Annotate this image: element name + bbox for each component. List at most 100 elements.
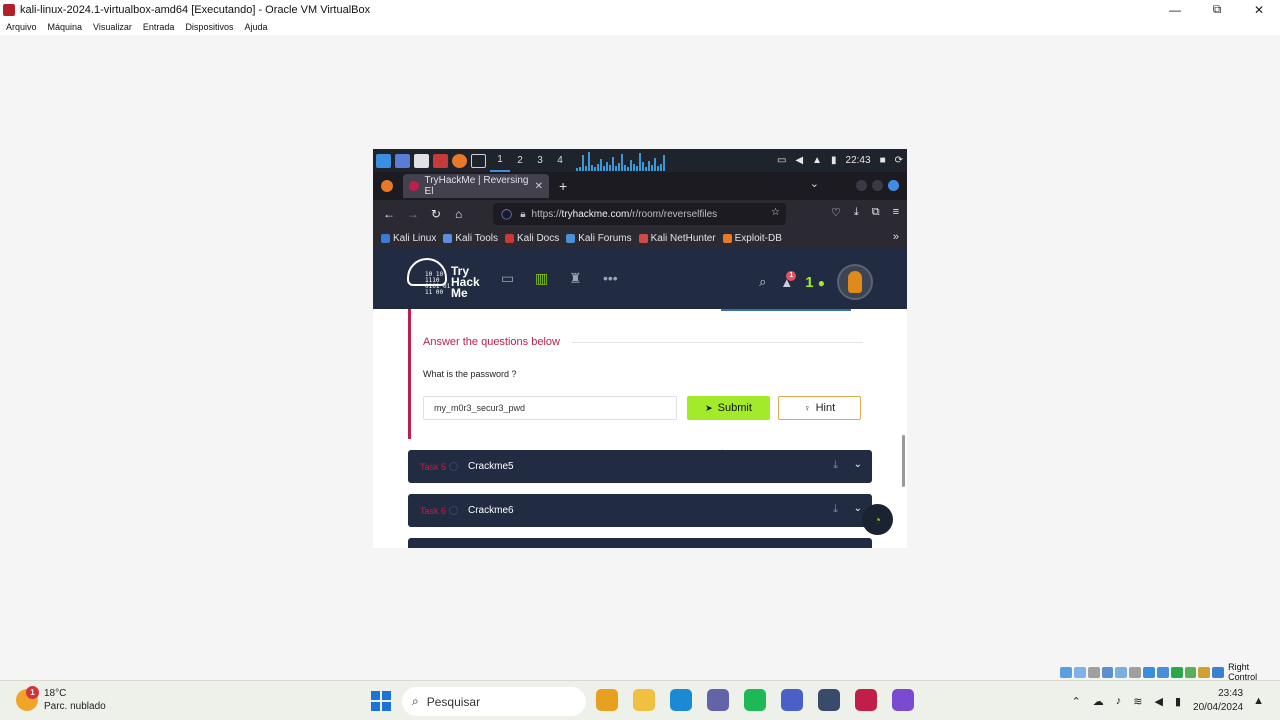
bookmark-star-icon[interactable]: ☆ bbox=[771, 207, 780, 218]
tab-close-icon[interactable]: ✕ bbox=[535, 181, 543, 192]
terminal-icon[interactable] bbox=[471, 153, 486, 168]
tryhackme-logo[interactable]: 10 10 1110 0101 01 11 00 Try Hack Me bbox=[407, 258, 487, 300]
menu-ajuda[interactable]: Ajuda bbox=[244, 22, 267, 32]
taskbar-search[interactable]: ⌕ Pesquisar bbox=[402, 687, 586, 716]
wifi-icon[interactable]: ≋ bbox=[1133, 695, 1142, 708]
battery-icon[interactable]: ▮ bbox=[1175, 695, 1181, 708]
text-editor-icon[interactable] bbox=[433, 153, 448, 168]
taskbar-clock[interactable]: 23:43 20/04/2024 bbox=[1193, 687, 1243, 715]
taskbar-app-icon[interactable] bbox=[707, 689, 729, 711]
forward-icon[interactable]: → bbox=[407, 207, 431, 221]
taskbar-app-icon[interactable] bbox=[892, 689, 914, 711]
tray-overflow-icon[interactable]: ⌃ bbox=[1072, 695, 1081, 708]
bookmark-item[interactable]: Kali Docs bbox=[504, 233, 559, 244]
kali-menu-icon[interactable] bbox=[376, 153, 391, 168]
cloud-sync-icon[interactable]: ☁ bbox=[1093, 695, 1104, 708]
bookmarks-overflow-icon[interactable]: » bbox=[893, 231, 899, 243]
pocket-icon[interactable]: ♡ bbox=[831, 206, 841, 219]
browser-maximize-button[interactable] bbox=[872, 180, 883, 191]
workspace-4[interactable]: 4 bbox=[550, 149, 570, 172]
url-bar[interactable]: ◯ 🔒︎ https://tryhackme.com/r/room/revers… bbox=[493, 203, 786, 225]
new-tab-button[interactable]: + bbox=[559, 178, 567, 194]
search-icon[interactable]: ⌕ bbox=[759, 274, 766, 290]
browser-minimize-button[interactable] bbox=[856, 180, 867, 191]
vbox-device-icon[interactable] bbox=[1198, 666, 1211, 678]
bookmark-item[interactable]: Kali Tools bbox=[443, 233, 498, 244]
submit-button[interactable]: ➤ Submit bbox=[687, 396, 770, 420]
vbox-device-icon[interactable] bbox=[1170, 666, 1183, 678]
workspace-1[interactable]: 1 bbox=[490, 149, 510, 172]
taskbar-app-icon[interactable] bbox=[781, 689, 803, 711]
tab-tryhackme[interactable]: TryHackMe | Reversing El ✕ bbox=[403, 174, 549, 198]
power-icon[interactable]: ⟳ bbox=[895, 155, 903, 166]
learn-book-icon[interactable]: ▥ bbox=[535, 270, 569, 287]
workspace-2[interactable]: 2 bbox=[510, 149, 530, 172]
bookmark-item[interactable]: Exploit-DB bbox=[722, 233, 782, 244]
firefox-view-icon[interactable] bbox=[381, 180, 393, 192]
chevron-down-icon[interactable]: ⌄ bbox=[854, 459, 862, 470]
task-row[interactable]: Task 5 Crackme5 ⤓ ⌄ bbox=[408, 450, 872, 483]
tab-list-chevron-icon[interactable]: ⌄ bbox=[810, 177, 819, 190]
task-row-partial[interactable] bbox=[408, 538, 872, 548]
volume-icon[interactable]: ◀ bbox=[795, 155, 803, 166]
lock-icon[interactable]: ■ bbox=[880, 155, 886, 166]
menu-icon[interactable]: ≡ bbox=[893, 206, 899, 219]
lock-icon[interactable]: 🔒︎ bbox=[520, 209, 525, 220]
notifications-icon[interactable]: ▲ bbox=[812, 155, 822, 166]
hint-button[interactable]: ♀ Hint bbox=[778, 396, 861, 420]
vbox-device-icon[interactable] bbox=[1129, 666, 1142, 678]
menu-dispositivos[interactable]: Dispositivos bbox=[185, 22, 233, 32]
shield-icon[interactable]: ◯ bbox=[501, 209, 512, 220]
home-icon[interactable]: ⌂ bbox=[455, 207, 479, 221]
taskbar-app-icon[interactable] bbox=[744, 689, 766, 711]
browser-close-button[interactable] bbox=[888, 180, 899, 191]
maximize-button[interactable]: ⧉ bbox=[1196, 0, 1238, 19]
avatar[interactable] bbox=[837, 264, 873, 300]
speaker-icon[interactable]: ◀ bbox=[1155, 695, 1163, 708]
bell-icon[interactable]: ▲ 1 bbox=[780, 270, 797, 290]
dashboard-icon[interactable]: ▭ bbox=[501, 270, 535, 287]
download-icon[interactable]: ⤓ bbox=[833, 459, 838, 472]
menu-arquivo[interactable]: Arquivo bbox=[6, 22, 37, 32]
minimize-button[interactable]: — bbox=[1154, 0, 1196, 19]
download-icon[interactable]: ⤓ bbox=[833, 503, 838, 516]
vbox-device-icon[interactable] bbox=[1101, 666, 1114, 678]
taskbar-app-icon[interactable] bbox=[818, 689, 840, 711]
taskbar-app-icon[interactable] bbox=[670, 689, 692, 711]
chevron-down-icon[interactable]: ⌄ bbox=[854, 503, 862, 514]
bookmark-item[interactable]: Kali Linux bbox=[381, 233, 436, 244]
vbox-device-icon[interactable] bbox=[1087, 666, 1100, 678]
windows-start-button[interactable] bbox=[371, 691, 391, 711]
streak-counter[interactable]: 1 ● bbox=[805, 274, 825, 291]
firefox-icon[interactable] bbox=[452, 153, 467, 168]
taskbar-app-icon[interactable] bbox=[596, 689, 618, 711]
battery-icon[interactable]: ▮ bbox=[831, 155, 837, 166]
vbox-device-icon[interactable] bbox=[1156, 666, 1169, 678]
weather-widget[interactable]: 1 18°C Parc. nublado bbox=[16, 686, 106, 713]
notification-bell-icon[interactable]: ▲ bbox=[1253, 695, 1264, 707]
display-icon[interactable]: ▭ bbox=[777, 155, 786, 166]
page-scrollbar[interactable] bbox=[902, 435, 905, 487]
bookmark-item[interactable]: Kali NetHunter bbox=[638, 233, 716, 244]
close-button[interactable]: ✕ bbox=[1238, 0, 1280, 19]
workspace-3[interactable]: 3 bbox=[530, 149, 550, 172]
bookmark-item[interactable]: Kali Forums bbox=[566, 233, 632, 244]
vbox-device-icon[interactable] bbox=[1115, 666, 1128, 678]
trophy-icon[interactable]: ♜ bbox=[569, 270, 603, 287]
desktop-icon[interactable] bbox=[395, 153, 410, 168]
reload-icon[interactable]: ↻ bbox=[431, 207, 455, 221]
file-manager-icon[interactable] bbox=[414, 153, 429, 168]
taskbar-app-icon[interactable] bbox=[633, 689, 655, 711]
vbox-device-icon[interactable] bbox=[1073, 666, 1086, 678]
chat-bubble-button[interactable]: ◔ bbox=[862, 504, 893, 535]
microphone-icon[interactable]: ♪ bbox=[1116, 695, 1122, 707]
menu-maquina[interactable]: Máquina bbox=[48, 22, 83, 32]
downloads-icon[interactable]: ⤓ bbox=[854, 206, 859, 219]
vbox-device-icon[interactable] bbox=[1143, 666, 1155, 678]
panel-clock[interactable]: 22:43 bbox=[846, 155, 871, 166]
answer-input[interactable] bbox=[423, 396, 677, 420]
task-row[interactable]: Task 6 Crackme6 ⤓ ⌄ bbox=[408, 494, 872, 527]
vbox-device-icon[interactable] bbox=[1212, 666, 1225, 678]
vbox-device-icon[interactable] bbox=[1060, 666, 1072, 678]
menu-entrada[interactable]: Entrada bbox=[143, 22, 175, 32]
